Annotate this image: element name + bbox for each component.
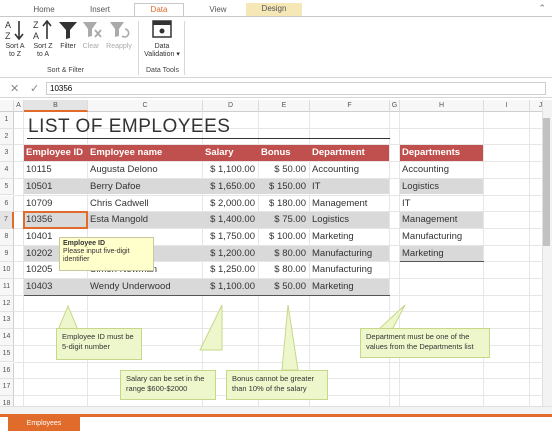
- callout-pointer: [376, 304, 406, 331]
- vertical-scrollbar-thumb[interactable]: [543, 118, 550, 246]
- svg-text:Z: Z: [5, 31, 11, 41]
- callout-text: Bonus cannot be greater: [232, 374, 315, 383]
- confirm-edit-icon[interactable]: ✓: [30, 82, 39, 95]
- data-validation-label-2: Validation ▾: [144, 51, 180, 58]
- sort-a-to-z-button[interactable]: A Z Sort A to Z: [2, 19, 28, 59]
- collapse-ribbon-icon[interactable]: ⌃: [538, 3, 546, 14]
- group-separator: [138, 21, 139, 75]
- callout-salary: Salary can be set in the range $600-$2000: [120, 370, 216, 400]
- filter-icon: [59, 22, 77, 39]
- clear-button[interactable]: Clear: [80, 19, 102, 51]
- ribbon-panel: A Z Sort A to Z Z A Sort Z to A Filter C…: [0, 16, 552, 78]
- callout-text: 5-digit number: [62, 342, 110, 351]
- callout-employee-id: Employee ID must be 5-digit number: [56, 328, 142, 360]
- cancel-edit-icon[interactable]: ✕: [10, 82, 19, 95]
- sort-ascending-icon: A Z: [5, 20, 24, 41]
- sort-za-label-1: Sort Z: [33, 43, 53, 50]
- callout-text: than 10% of the salary: [232, 384, 307, 393]
- reapply-label: Reapply: [106, 43, 132, 50]
- callout-pointer: [199, 304, 223, 351]
- tab-data[interactable]: Data: [134, 3, 184, 17]
- sort-za-label-2: to A: [36, 51, 50, 58]
- tab-view[interactable]: View: [196, 4, 240, 16]
- callout-text: Department must be one of the: [366, 332, 470, 341]
- reapply-button[interactable]: Reapply: [104, 19, 134, 51]
- svg-text:A: A: [5, 20, 11, 30]
- sheet-tab-bar: Employees: [0, 414, 552, 433]
- worksheet-grid[interactable]: ABCDEFGHIJ123456789101112131415161718192…: [0, 100, 552, 414]
- horizontal-scrollbar[interactable]: [0, 406, 552, 414]
- ribbon-tab-bar: Home Insert Data View Design ⌃: [0, 0, 552, 17]
- formula-bar: ✕ ✓: [0, 80, 552, 98]
- tab-design[interactable]: Design: [246, 3, 302, 17]
- formula-input[interactable]: [46, 82, 546, 95]
- svg-text:Z: Z: [33, 20, 39, 30]
- tab-insert[interactable]: Insert: [78, 4, 122, 16]
- tooltip-text: identifier: [63, 256, 90, 263]
- tooltip-title: Employee ID: [63, 240, 106, 247]
- clear-filter-icon: [83, 22, 102, 38]
- data-validation-button[interactable]: Data Validation ▾: [142, 19, 182, 59]
- tooltip-text: Please input five-digit: [63, 248, 130, 255]
- sort-descending-icon: Z A: [33, 19, 52, 41]
- sort-az-label-1: Sort A: [5, 43, 25, 50]
- callout-pointer: [281, 304, 299, 371]
- callout-department: Department must be one of the values from…: [360, 328, 490, 358]
- data-tools-group-label: Data Tools: [146, 67, 179, 74]
- clear-label: Clear: [82, 43, 100, 50]
- filter-button[interactable]: Filter: [56, 19, 80, 51]
- group-separator: [184, 21, 185, 75]
- input-message-tooltip: Employee ID Please input five-digit identi…: [59, 237, 154, 271]
- callout-text: range $600-$2000: [126, 384, 188, 393]
- sort-filter-group-label: Sort & Filter: [47, 67, 84, 74]
- tab-home[interactable]: Home: [24, 4, 64, 16]
- data-validation-label-1: Data: [154, 43, 170, 50]
- sheet-tab-employees[interactable]: Employees: [8, 417, 80, 431]
- sort-az-label-2: to Z: [8, 51, 22, 58]
- callout-bonus: Bonus cannot be greater than 10% of the s…: [226, 370, 328, 400]
- callout-text: Employee ID must be: [62, 332, 134, 341]
- svg-text:A: A: [33, 31, 39, 41]
- callout-text: values from the Departments list: [366, 342, 474, 351]
- callout-pointer: [57, 304, 79, 331]
- sort-z-to-a-button[interactable]: Z A Sort Z to A: [30, 19, 56, 59]
- filter-label: Filter: [60, 43, 76, 50]
- reapply-filter-icon: [110, 22, 130, 38]
- data-validation-icon: [152, 20, 172, 38]
- callout-text: Salary can be set in the: [126, 374, 205, 383]
